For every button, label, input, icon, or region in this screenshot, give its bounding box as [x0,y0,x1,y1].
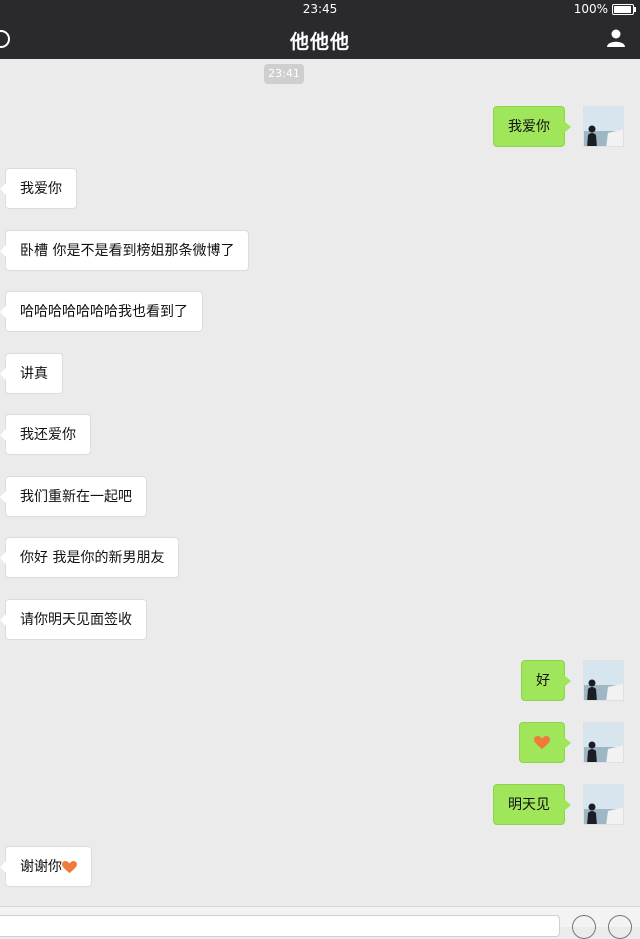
input-bar [0,906,640,939]
status-bar: 23:45 100% [0,0,640,18]
battery-indicator: 100% [573,2,636,16]
chat-header: 他他他 [0,18,640,59]
incoming-bubble[interactable]: 你好 我是你的新男朋友 [0,537,180,578]
incoming-bubble[interactable]: 我还爱你 [0,414,91,455]
incoming-bubble[interactable]: 讲真 [0,353,63,394]
avatar[interactable] [583,722,624,763]
avatar[interactable] [583,784,624,825]
user-icon[interactable] [606,28,626,48]
message-timestamp: 23:41 [264,64,304,84]
plus-icon[interactable] [608,915,632,939]
outgoing-bubble[interactable]: 好 [521,660,571,701]
battery-icon [612,3,636,15]
incoming-bubble[interactable]: 谢谢你 [0,846,92,887]
heart-icon [534,736,550,749]
message-input[interactable] [0,915,560,937]
incoming-bubble[interactable]: 我爱你 [0,168,77,209]
battery-percent: 100% [573,2,608,16]
incoming-bubble[interactable]: 我们重新在一起吧 [0,476,147,517]
incoming-bubble[interactable]: 请你明天见面签收 [0,599,147,640]
outgoing-bubble[interactable]: 明天见 [493,784,571,825]
chat-title: 他他他 [289,31,350,53]
outgoing-bubble[interactable]: 我爱你 [493,106,571,147]
outgoing-bubble[interactable] [519,722,571,763]
incoming-bubble[interactable]: 卧槽 你是不是看到榜姐那条微博了 [0,230,250,271]
heart-icon [62,860,77,873]
avatar[interactable] [583,106,624,147]
emoji-icon[interactable] [572,915,596,939]
message-text: 谢谢你 [20,859,62,875]
status-time: 23:45 [302,2,338,16]
avatar[interactable] [583,660,624,701]
incoming-bubble[interactable]: 哈哈哈哈哈哈哈我也看到了 [0,291,203,332]
